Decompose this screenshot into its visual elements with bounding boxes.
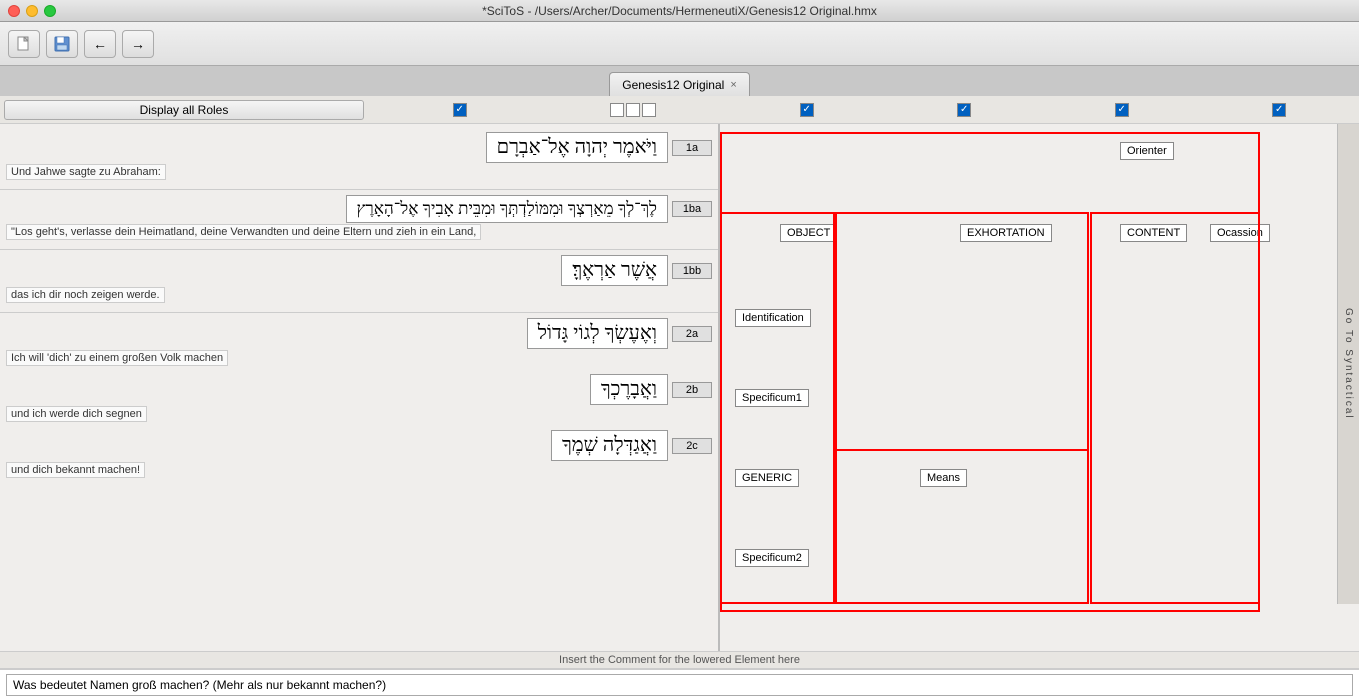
comment-input-area xyxy=(0,669,1359,699)
verse-1a-hebrew-line: וַיֹּאמֶר יְהוָה אֶל־אַבְרָם 1a xyxy=(6,132,712,163)
checkbox-6-item xyxy=(1272,103,1286,117)
verse-1ba-translation: "Los geht's, verlasse dein Heimatland, d… xyxy=(6,224,481,240)
window-title: *SciToS - /Users/Archer/Documents/Hermen… xyxy=(482,4,877,18)
comment-bar: Insert the Comment for the lowered Eleme… xyxy=(0,651,1359,669)
maximize-button[interactable] xyxy=(44,5,56,17)
verse-1a-container: וַיֹּאמֶר יְהוָה אֶל־אַבְרָם 1a Und Jahw… xyxy=(0,130,718,184)
back-button[interactable]: ← xyxy=(84,30,116,58)
checkbox-5[interactable] xyxy=(1115,103,1129,117)
verse-2a-id: 2a xyxy=(672,326,712,342)
verse-2c-hebrew-line: וַאֲגַדְּלָה שְׁמֶךָ 2c xyxy=(6,430,712,461)
checkbox-3-item xyxy=(800,103,814,117)
verse-2a-translation: Ich will 'dich' zu einem großen Volk mac… xyxy=(6,350,228,366)
verse-1bb-container: אֲשֶׁר אַרְאֶךָּ׃ 1bb das ich dir noch z… xyxy=(0,253,718,307)
tab-label: Genesis12 Original xyxy=(622,78,724,92)
verse-2b-translation: und ich werde dich segnen xyxy=(6,406,147,422)
verse-1bb-hebrew-line: אֲשֶׁר אַרְאֶךָּ׃ 1bb xyxy=(6,255,712,286)
checkbox-3[interactable] xyxy=(800,103,814,117)
tab-close-button[interactable]: × xyxy=(730,79,736,91)
verse-1ba-hebrew[interactable]: לֶךְ־לְךָ מֵאַרְצְךָ וּמִמּוֹלַדְתְּךָ ו… xyxy=(346,195,668,223)
verse-1a-translation: Und Jahwe sagte zu Abraham: xyxy=(6,164,166,180)
text-panel: וַיֹּאמֶר יְהוָה אֶל־אַבְרָם 1a Und Jahw… xyxy=(0,124,720,651)
verse-2c-id: 2c xyxy=(672,438,712,454)
structure-panel: Orienter OBJECT EXHORTATION CONTENT Ocas… xyxy=(720,124,1359,651)
verse-2a-container: וְאֶעֶשְׂךָ לְגוֹי גָּדוֹל 2a Ich will '… xyxy=(0,316,718,370)
genesis-tab[interactable]: Genesis12 Original × xyxy=(609,72,750,96)
checkbox-6[interactable] xyxy=(1272,103,1286,117)
verse-2b-hebrew-line: וַאֲבָרֶכְךָ 2b xyxy=(6,374,712,405)
checkbox-2b[interactable] xyxy=(626,103,640,117)
verse-2c-hebrew[interactable]: וַאֲגַדְּלָה שְׁמֶךָ xyxy=(551,430,668,461)
sidebar-text: Go To Syntactical xyxy=(1343,308,1354,420)
toolbar: ← → xyxy=(0,22,1359,66)
app-window: *SciToS - /Users/Archer/Documents/Hermen… xyxy=(0,0,1359,699)
new-icon xyxy=(15,35,33,53)
tab-bar: Genesis12 Original × xyxy=(0,66,1359,96)
back-icon: ← xyxy=(93,36,107,52)
forward-icon: → xyxy=(131,36,145,52)
title-bar: *SciToS - /Users/Archer/Documents/Hermen… xyxy=(0,0,1359,22)
checkbox-5-item xyxy=(1115,103,1129,117)
verse-1bb-translation: das ich dir noch zeigen werde. xyxy=(6,287,165,303)
checkbox-4[interactable] xyxy=(957,103,971,117)
checkbox-4-item xyxy=(957,103,971,117)
sidebar-label: Go To Syntactical xyxy=(1337,124,1359,604)
verse-2a-hebrew-line: וְאֶעֶשְׂךָ לְגוֹי גָּדוֹל 2a xyxy=(6,318,712,349)
save-icon xyxy=(53,35,71,53)
save-button[interactable] xyxy=(46,30,78,58)
verse-1a-hebrew[interactable]: וַיֹּאמֶר יְהוָה אֶל־אַבְרָם xyxy=(486,132,668,163)
verse-1a-id: 1a xyxy=(672,140,712,156)
verse-2b-id: 2b xyxy=(672,382,712,398)
comment-bar-text: Insert the Comment for the lowered Eleme… xyxy=(559,654,800,666)
checkbox-group xyxy=(364,103,1355,117)
new-button[interactable] xyxy=(8,30,40,58)
traffic-lights xyxy=(8,5,56,17)
verse-1bb-hebrew[interactable]: אֲשֶׁר אַרְאֶךָּ׃ xyxy=(561,255,668,286)
verse-2b-hebrew[interactable]: וַאֲבָרֶכְךָ xyxy=(590,374,668,405)
checkbox-1[interactable] xyxy=(453,103,467,117)
checkbox-2a[interactable] xyxy=(610,103,624,117)
verse-2c-container: וַאֲגַדְּלָה שְׁמֶךָ 2c und dich bekannt… xyxy=(0,428,718,482)
separator-3 xyxy=(0,312,718,313)
comment-input[interactable] xyxy=(6,674,1353,696)
display-roles-button[interactable]: Display all Roles xyxy=(4,100,364,120)
main-content: וַיֹּאמֶר יְהוָה אֶל־אַבְרָם 1a Und Jahw… xyxy=(0,124,1359,651)
structure-container: Orienter OBJECT EXHORTATION CONTENT Ocas… xyxy=(720,124,1359,651)
separator-1 xyxy=(0,189,718,190)
verse-1ba-id: 1ba xyxy=(672,201,712,217)
close-button[interactable] xyxy=(8,5,20,17)
verse-2c-translation: und dich bekannt machen! xyxy=(6,462,145,478)
verse-1ba-container: לֶךְ־לְךָ מֵאַרְצְךָ וּמִמּוֹלַדְתְּךָ ו… xyxy=(0,193,718,244)
means-red-box xyxy=(835,449,1089,604)
checkbox-2c[interactable] xyxy=(642,103,656,117)
object-red-box xyxy=(720,212,835,604)
checkbox-1-item xyxy=(453,103,467,117)
verse-1bb-id: 1bb xyxy=(672,263,712,279)
verse-1ba-hebrew-line: לֶךְ־לְךָ מֵאַרְצְךָ וּמִמּוֹלַדְתְּךָ ו… xyxy=(6,195,712,223)
minimize-button[interactable] xyxy=(26,5,38,17)
separator-2 xyxy=(0,249,718,250)
content-red-box xyxy=(1090,212,1260,604)
verse-2b-container: וַאֲבָרֶכְךָ 2b und ich werde dich segne… xyxy=(0,372,718,426)
verse-2a-hebrew[interactable]: וְאֶעֶשְׂךָ לְגוֹי גָּדוֹל xyxy=(527,318,668,349)
forward-button[interactable]: → xyxy=(122,30,154,58)
checkbox-group-3 xyxy=(610,103,656,117)
controls-row: Display all Roles xyxy=(0,96,1359,124)
